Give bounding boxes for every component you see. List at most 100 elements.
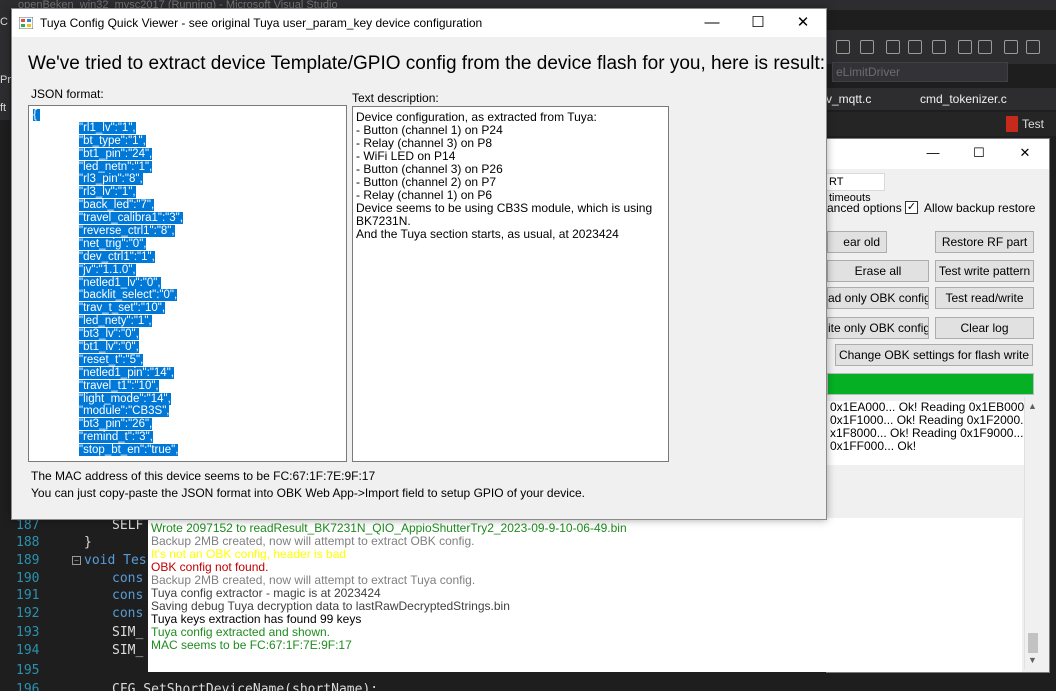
test-read-write-button[interactable]: Test read/write xyxy=(935,287,1034,309)
debug-icon[interactable] xyxy=(958,40,972,54)
debug-icon[interactable] xyxy=(908,40,922,54)
json-line-text: "remind_t":"3", xyxy=(79,431,153,444)
json-line-text: "led_netn":"1", xyxy=(79,160,153,173)
minimize-icon[interactable]: — xyxy=(923,145,943,160)
line-number: 194 xyxy=(16,643,40,658)
code-line: 192 cons xyxy=(0,606,150,624)
code-text: void Tes xyxy=(84,553,147,568)
code-line: 195 xyxy=(0,663,150,681)
json-line-text: "netled1_lv":"0", xyxy=(79,276,161,289)
vs-toolbar xyxy=(826,30,1056,64)
vs-tab-strip: v_mqtt.c cmd_tokenizer.c xyxy=(826,88,1056,110)
json-line: "backlit_select":"0", xyxy=(29,289,346,302)
log-scrollbar[interactable]: ▲ ▼ xyxy=(1024,397,1041,669)
maximize-icon[interactable]: ☐ xyxy=(743,13,773,33)
line-number: 191 xyxy=(16,588,40,603)
flash-progress-bar xyxy=(827,373,1034,395)
flash-log-top[interactable]: 0x1EA000... Ok! Reading 0x1EB000... 0x1F… xyxy=(827,401,1035,465)
app-icon xyxy=(19,17,33,29)
collapse-icon[interactable]: − xyxy=(72,556,81,565)
vs-function-dropdown[interactable]: eLimitDriver xyxy=(832,62,1008,82)
json-line-text: "bt1_lv":"0", xyxy=(79,341,139,354)
json-line-text: "rl1_lv":"1", xyxy=(79,121,136,134)
read-obk-config-button[interactable]: ad only OBK config xyxy=(827,287,929,309)
allow-backup-restore-label: Allow backup restore xyxy=(924,201,1036,215)
erase-all-button[interactable]: Erase all xyxy=(827,260,929,282)
debug-icon[interactable] xyxy=(836,40,850,54)
json-line: "reverse_ctrl1":"8", xyxy=(29,225,346,238)
json-line-text: "bt1_pin":"24", xyxy=(79,147,153,160)
json-line: "net_trig":"0", xyxy=(29,237,346,251)
debug-icon[interactable] xyxy=(1004,40,1018,54)
vs-tab[interactable]: cmd_tokenizer.c xyxy=(920,92,1007,106)
scroll-up-icon[interactable]: ▲ xyxy=(1028,401,1037,411)
json-line: "bt3_pin":"26", xyxy=(29,418,346,431)
json-line-text: "rl3_lv":"1", xyxy=(79,186,136,199)
json-line-text: "backlit_select":"0", xyxy=(79,289,178,302)
vs-tab[interactable]: v_mqtt.c xyxy=(826,92,871,106)
json-line-text: { xyxy=(33,109,40,121)
line-number: 195 xyxy=(16,663,40,678)
json-line: "rl3_pin":"8", xyxy=(29,173,346,186)
json-line-text: "module":"CB3S", xyxy=(79,405,170,418)
vs-left-label: Pr xyxy=(0,74,11,86)
json-line: "light_mode":"14", xyxy=(29,392,346,406)
json-line: "rl3_lv":"1", xyxy=(29,186,346,199)
json-line-text: "netled1_pin":"14", xyxy=(79,366,174,379)
json-line: "led_nety":"1", xyxy=(29,315,346,328)
json-line-text: "reverse_ctrl1":"8", xyxy=(79,225,175,238)
text-description-textbox[interactable]: Device configuration, as extracted from … xyxy=(352,106,669,462)
minimize-icon[interactable]: — xyxy=(697,13,727,33)
json-format-label: JSON format: xyxy=(31,87,104,101)
restore-rf-part-button[interactable]: Restore RF part xyxy=(935,231,1034,253)
json-line-text: "trav_t_set":"10", xyxy=(79,302,166,315)
flash-log[interactable]: Wrote 2097152 to readResult_BK7231N_QIO_… xyxy=(148,518,1022,672)
advanced-options-label[interactable]: anced options xyxy=(827,201,902,215)
dialog-title: Tuya Config Quick Viewer - see original … xyxy=(40,16,483,30)
mac-address-text: The MAC address of this device seems to … xyxy=(31,469,376,483)
code-text: cons xyxy=(112,571,144,586)
debug-icon[interactable] xyxy=(1026,40,1040,54)
allow-backup-restore-checkbox[interactable]: ✓ xyxy=(905,201,918,214)
dialog-heading: We've tried to extract device Template/G… xyxy=(28,53,826,74)
code-line: 191 cons xyxy=(0,588,150,606)
close-icon[interactable]: ✕ xyxy=(788,13,818,33)
json-line: "travel_t1":"10", xyxy=(29,379,346,393)
tuya-config-viewer-dialog: Tuya Config Quick Viewer - see original … xyxy=(11,8,827,520)
line-number: 189 xyxy=(16,553,40,568)
debug-icon[interactable] xyxy=(860,40,874,54)
debug-icon[interactable] xyxy=(886,40,900,54)
json-line-text: "reset_t":"5", xyxy=(79,353,144,366)
vs-test-label[interactable]: Test xyxy=(1022,117,1044,131)
json-line: "dev_ctrl1":"1", xyxy=(29,250,346,264)
test-write-pattern-button[interactable]: Test write pattern xyxy=(935,260,1034,282)
debug-icon[interactable] xyxy=(932,40,946,54)
maximize-icon[interactable]: ☐ xyxy=(969,145,989,161)
clear-log-button[interactable]: Clear log xyxy=(935,317,1034,339)
json-line: "netled1_pin":"14", xyxy=(29,366,346,380)
json-line: "module":"CB3S", xyxy=(29,405,346,418)
json-line-text: "dev_ctrl1":"1", xyxy=(79,250,155,263)
json-line: "led_netn":"1", xyxy=(29,160,346,174)
debug-icon[interactable] xyxy=(978,40,992,54)
scroll-thumb[interactable] xyxy=(1028,633,1038,653)
json-line: "rl1_lv":"1", xyxy=(29,121,346,135)
json-line-text: "bt3_pin":"26", xyxy=(79,418,153,431)
change-obk-settings-button[interactable]: Change OBK settings for flash write xyxy=(835,344,1033,366)
clear-old-button[interactable]: ear old xyxy=(827,231,887,253)
code-line: 188} xyxy=(0,535,150,553)
code-text: SIM_ xyxy=(112,643,144,658)
json-textbox[interactable]: { "rl1_lv":"1", "bt_type":"1", "bt1_pin":"2… xyxy=(28,105,347,462)
tab-rt-timeouts[interactable]: RT timeouts xyxy=(827,173,885,204)
json-line: "bt_type":"1", xyxy=(29,134,346,148)
write-obk-config-button[interactable]: ite only OBK config xyxy=(827,317,929,339)
json-line: "trav_t_set":"10", xyxy=(29,302,346,315)
line-number: 196 xyxy=(16,682,40,691)
scroll-down-icon[interactable]: ▼ xyxy=(1028,655,1037,665)
json-line: "back_led":"7", xyxy=(29,199,346,212)
code-line: 193 SIM_ xyxy=(0,625,150,643)
code-editor[interactable]: 187 SELF 188} 189 − void Tes 190 cons 191 con… xyxy=(0,518,378,691)
close-icon[interactable]: ✕ xyxy=(1015,145,1035,161)
json-line: "stop_bt_en":"true", xyxy=(29,444,346,457)
json-line-text: "bt_type":"1", xyxy=(79,134,146,147)
